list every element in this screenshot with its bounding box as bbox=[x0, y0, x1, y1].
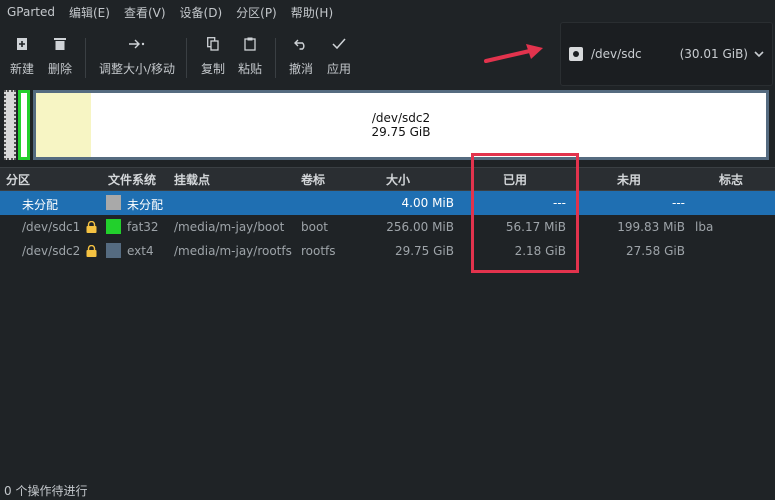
unused-cell: 27.58 GiB bbox=[625, 244, 685, 258]
undo-button[interactable]: 撤消 bbox=[289, 34, 313, 77]
diskmap-partition-name: /dev/sdc2 bbox=[371, 111, 431, 125]
table-header: 分区 文件系统 挂载点 卷标 大小 已用 未用 标志 bbox=[0, 167, 775, 191]
delete-button[interactable]: 删除 bbox=[48, 34, 72, 77]
trash-icon bbox=[54, 34, 66, 54]
apply-button[interactable]: 应用 bbox=[327, 34, 351, 77]
status-bar: 0 个操作待进行 bbox=[4, 484, 88, 498]
new-button[interactable]: 新建 bbox=[10, 34, 34, 77]
col-size[interactable]: 大小 bbox=[386, 171, 410, 188]
mountpoint-cell: /media/m-jay/rootfs bbox=[174, 244, 292, 258]
toolbar-separator bbox=[186, 38, 187, 78]
diskmap-segment-sdc1[interactable] bbox=[18, 90, 30, 160]
undo-label: 撤消 bbox=[289, 62, 314, 76]
menu-view[interactable]: 查看(V) bbox=[117, 4, 173, 21]
undo-icon bbox=[294, 34, 308, 54]
menu-partition[interactable]: 分区(P) bbox=[229, 4, 284, 21]
col-flags[interactable]: 标志 bbox=[719, 171, 743, 188]
device-size: (30.01 GiB) bbox=[679, 47, 748, 61]
diskmap-segment-label: /dev/sdc2 29.75 GiB bbox=[36, 111, 766, 139]
unused-cell: --- bbox=[672, 196, 685, 210]
copy-label: 复制 bbox=[201, 62, 226, 76]
resize-icon bbox=[128, 34, 146, 54]
menu-gparted[interactable]: GParted bbox=[0, 5, 62, 19]
col-unused[interactable]: 未用 bbox=[617, 171, 641, 188]
disk-icon bbox=[569, 47, 583, 61]
menu-edit[interactable]: 编辑(E) bbox=[62, 4, 117, 21]
partition-cell: /dev/sdc2 bbox=[22, 244, 81, 258]
chevron-down-icon bbox=[754, 47, 764, 61]
filesystem-cell: fat32 bbox=[127, 220, 159, 234]
unused-cell: 199.83 MiB bbox=[617, 220, 685, 234]
paste-label: 粘贴 bbox=[238, 62, 263, 76]
label-cell: boot bbox=[301, 220, 329, 234]
toolbar-separator bbox=[85, 38, 86, 78]
delete-label: 删除 bbox=[48, 62, 73, 76]
copy-button[interactable]: 复制 bbox=[201, 34, 225, 77]
filesystem-color-swatch bbox=[106, 195, 121, 210]
col-label[interactable]: 卷标 bbox=[301, 171, 325, 188]
col-partition[interactable]: 分区 bbox=[6, 171, 30, 188]
copy-icon bbox=[207, 34, 219, 54]
checkmark-icon bbox=[332, 34, 346, 54]
menu-device[interactable]: 设备(D) bbox=[173, 4, 230, 21]
partition-cell: /dev/sdc1 bbox=[22, 220, 81, 234]
size-cell: 256.00 MiB bbox=[386, 220, 454, 234]
lock-icon bbox=[86, 221, 97, 233]
annotation-highlight-box bbox=[471, 153, 579, 273]
resize-move-button[interactable]: 调整大小/移动 bbox=[99, 34, 175, 77]
annotation-arrow-icon bbox=[484, 44, 543, 63]
table-row[interactable]: 未分配 未分配 4.00 MiB --- --- bbox=[0, 191, 775, 215]
mountpoint-cell: /media/m-jay/boot bbox=[174, 220, 285, 234]
toolbar-separator bbox=[275, 38, 276, 78]
diskmap-partition-size: 29.75 GiB bbox=[371, 125, 431, 139]
paste-button[interactable]: 粘贴 bbox=[238, 34, 262, 77]
filesystem-color-swatch bbox=[106, 243, 121, 258]
filesystem-color-swatch bbox=[106, 219, 121, 234]
size-cell: 29.75 GiB bbox=[394, 244, 454, 258]
filesystem-cell: 未分配 bbox=[127, 198, 164, 212]
table-row[interactable]: /dev/sdc2 ext4 /media/m-jay/rootfs rootf… bbox=[0, 239, 775, 263]
filesystem-cell: ext4 bbox=[127, 244, 154, 258]
menu-help[interactable]: 帮助(H) bbox=[284, 4, 340, 21]
paste-icon bbox=[244, 34, 256, 54]
device-name: /dev/sdc bbox=[591, 47, 642, 61]
table-row[interactable]: /dev/sdc1 fat32 /media/m-jay/boot boot 2… bbox=[0, 215, 775, 239]
new-icon bbox=[16, 34, 28, 54]
new-label: 新建 bbox=[10, 62, 35, 76]
diskmap-segment-unallocated[interactable] bbox=[4, 90, 16, 160]
size-cell: 4.00 MiB bbox=[401, 196, 454, 210]
lock-icon bbox=[86, 245, 97, 257]
diskmap-segment-sdc2[interactable]: /dev/sdc2 29.75 GiB bbox=[33, 90, 769, 160]
disk-map: /dev/sdc2 29.75 GiB bbox=[0, 88, 775, 162]
resize-move-label: 调整大小/移动 bbox=[99, 62, 176, 76]
col-filesystem[interactable]: 文件系统 bbox=[108, 171, 156, 188]
col-mountpoint[interactable]: 挂载点 bbox=[174, 171, 210, 188]
partition-cell: 未分配 bbox=[22, 198, 59, 212]
label-cell: rootfs bbox=[301, 244, 336, 258]
apply-label: 应用 bbox=[327, 62, 352, 76]
flags-cell: lba bbox=[695, 220, 714, 234]
partition-table: 分区 文件系统 挂载点 卷标 大小 已用 未用 标志 未分配 未分配 4.00 … bbox=[0, 167, 775, 263]
menubar: GParted 编辑(E) 查看(V) 设备(D) 分区(P) 帮助(H) bbox=[0, 0, 775, 24]
device-selector[interactable]: /dev/sdc (30.01 GiB) bbox=[560, 22, 773, 86]
